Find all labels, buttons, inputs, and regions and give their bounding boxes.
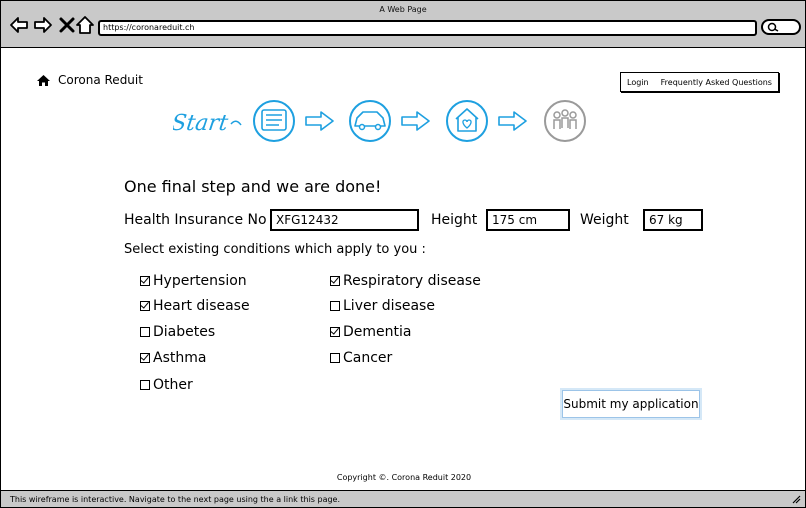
condition-checkbox[interactable] <box>330 276 340 286</box>
step-arrow-icon <box>401 111 430 131</box>
condition-label: Liver disease <box>343 298 435 314</box>
step-form-icon <box>253 100 295 142</box>
weight-label: Weight <box>580 212 629 228</box>
step-car-icon <box>349 100 391 142</box>
step-start-label: Start <box>173 110 230 136</box>
status-text: This wireframe is interactive. Navigate … <box>10 495 341 504</box>
condition-item[interactable]: Cancer <box>330 350 392 366</box>
condition-item[interactable]: Dementia <box>330 324 411 340</box>
condition-item[interactable]: Diabetes <box>140 324 215 340</box>
condition-checkbox[interactable] <box>140 353 150 363</box>
height-input[interactable]: 175 cm <box>486 209 570 231</box>
condition-item[interactable]: Heart disease <box>140 298 250 314</box>
height-label: Height <box>431 212 478 228</box>
insurance-label: Health Insurance No <box>124 212 267 228</box>
condition-label: Cancer <box>343 350 393 366</box>
condition-label: Hypertension <box>153 273 247 289</box>
back-arrow-icon[interactable] <box>9 15 29 35</box>
condition-checkbox[interactable] <box>140 327 150 337</box>
window-title: A Web Page <box>379 5 427 14</box>
condition-item[interactable]: Asthma <box>140 350 206 366</box>
weight-input[interactable]: 67 kg <box>643 209 703 231</box>
step-people-icon <box>544 100 586 142</box>
home-icon[interactable] <box>75 15 95 35</box>
condition-checkbox[interactable] <box>140 380 150 390</box>
step-arrow-icon <box>498 111 527 131</box>
condition-checkbox[interactable] <box>330 353 340 363</box>
faq-link[interactable]: Frequently Asked Questions <box>661 78 772 87</box>
home-icon <box>37 74 50 86</box>
conditions-prompt: Select existing conditions which apply t… <box>124 242 426 257</box>
condition-label: Diabetes <box>153 324 216 340</box>
condition-checkbox[interactable] <box>140 276 150 286</box>
condition-item[interactable]: Respiratory disease <box>330 273 481 289</box>
browser-window: A Web Page https://coronareduit.ch Coron… <box>0 0 806 508</box>
step-arrow-icon <box>305 111 334 131</box>
insurance-input[interactable]: XFG12432 <box>270 209 419 231</box>
condition-item[interactable]: Liver disease <box>330 298 435 314</box>
condition-item[interactable]: Other <box>140 377 193 393</box>
condition-checkbox[interactable] <box>330 301 340 311</box>
forward-arrow-icon[interactable] <box>33 15 53 35</box>
resize-grip-icon[interactable] <box>791 494 801 504</box>
brand[interactable]: Corona Reduit <box>37 73 143 87</box>
footer-copyright: Copyright ©. Corona Reduit 2020 <box>336 473 472 482</box>
condition-label: Respiratory disease <box>343 273 481 289</box>
condition-label: Heart disease <box>153 298 250 314</box>
condition-label: Asthma <box>153 350 207 366</box>
step-start-flourish <box>230 120 242 126</box>
browser-search[interactable] <box>761 19 801 35</box>
login-link[interactable]: Login <box>627 78 649 87</box>
browser-toolbar: A Web Page https://coronareduit.ch <box>1 1 805 48</box>
brand-name: Corona Reduit <box>58 73 143 87</box>
condition-item[interactable]: Hypertension <box>140 273 247 289</box>
step-house-icon <box>446 100 488 142</box>
page-heading: One final step and we are done! <box>124 177 382 196</box>
condition-checkbox[interactable] <box>140 301 150 311</box>
condition-label: Other <box>153 377 193 393</box>
submit-button[interactable]: Submit my application <box>562 390 700 418</box>
progress-steps: Start <box>173 100 586 142</box>
close-x-icon[interactable] <box>57 15 77 35</box>
condition-checkbox[interactable] <box>330 327 340 337</box>
top-nav: Login Frequently Asked Questions <box>620 72 779 92</box>
url-bar[interactable]: https://coronareduit.ch <box>98 20 757 36</box>
condition-label: Dementia <box>343 324 412 340</box>
status-bar: This wireframe is interactive. Navigate … <box>1 490 805 507</box>
search-icon <box>767 22 779 32</box>
